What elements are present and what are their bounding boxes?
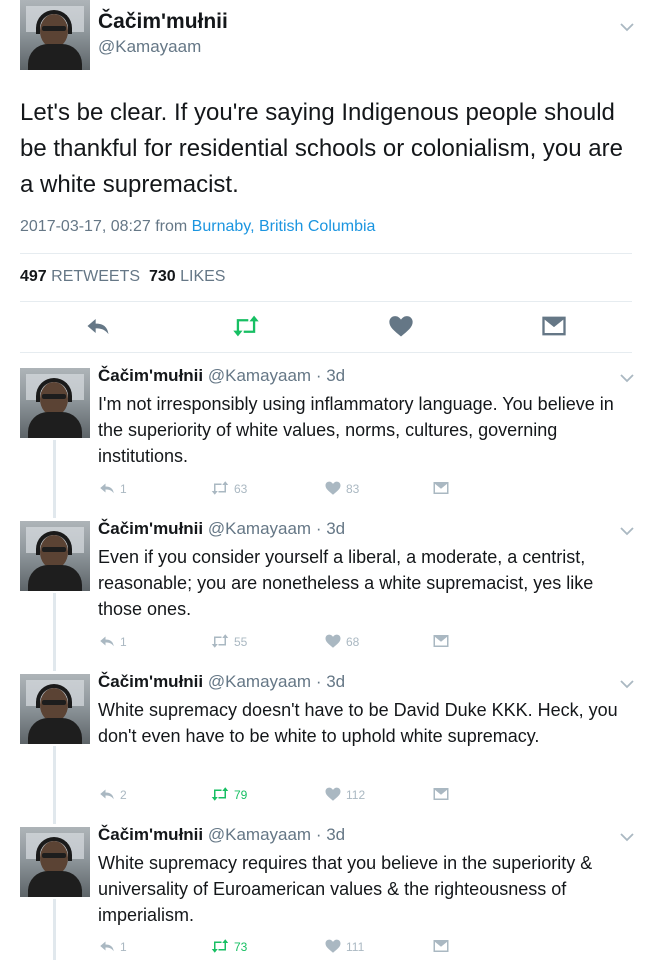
reply-header: Čačim'mułnii @Kamayaam · 3d <box>98 519 345 539</box>
handle-and-time[interactable]: @Kamayaam · 3d <box>208 519 345 538</box>
direct-message-button[interactable] <box>432 479 450 499</box>
reply-icon <box>98 785 116 806</box>
display-name[interactable]: Čačim'mułnii <box>98 519 203 538</box>
likes-label[interactable]: LIKES <box>180 268 225 285</box>
reply-text: Even if you consider yourself a liberal,… <box>98 547 594 619</box>
tweet-action-bar <box>0 312 652 342</box>
chevron-down-icon[interactable] <box>619 832 635 842</box>
direct-message-button[interactable] <box>432 937 450 957</box>
thread-line <box>53 899 56 960</box>
reply-count: 1 <box>120 940 127 954</box>
direct-message-icon <box>432 785 450 806</box>
reply-button[interactable]: 2 <box>98 785 127 805</box>
tweet-timestamp-line: 2017-03-17, 08:27 from Burnaby, British … <box>20 218 375 236</box>
reply-count: 2 <box>120 788 127 802</box>
divider <box>20 352 632 353</box>
handle-and-time[interactable]: @Kamayaam · 3d <box>208 366 345 385</box>
handle-and-time[interactable]: @Kamayaam · 3d <box>208 825 345 844</box>
avatar[interactable] <box>20 521 90 591</box>
likes-count[interactable]: 730 <box>149 268 176 285</box>
direct-message-icon <box>432 937 450 958</box>
direct-message-icon <box>432 632 450 653</box>
reply-action-bar: 1 55 68 <box>98 632 638 652</box>
tweet-location-link[interactable]: Burnaby, British Columbia <box>192 218 376 235</box>
handle[interactable]: @Kamayaam <box>98 37 201 57</box>
retweet-button[interactable]: 63 <box>210 479 247 499</box>
avatar[interactable] <box>20 827 90 897</box>
reply-icon <box>98 937 116 958</box>
reply-count: 1 <box>120 482 127 496</box>
like-icon <box>324 632 342 653</box>
display-name[interactable]: Čačim'mułnii <box>98 825 203 844</box>
tweet-stats: 497 RETWEETS 730 LIKES <box>20 268 225 286</box>
thread-line <box>53 746 56 824</box>
retweet-button[interactable]: 55 <box>210 632 247 652</box>
like-count: 83 <box>346 482 360 496</box>
divider <box>20 301 632 302</box>
chevron-down-icon[interactable] <box>619 526 635 536</box>
retweet-icon <box>210 479 230 500</box>
reply-action-bar: 1 73 111 <box>98 937 638 957</box>
reply-action-bar: 2 79 112 <box>98 785 638 805</box>
reply-text: I'm not irresponsibly using inflammatory… <box>98 394 614 466</box>
direct-message-icon <box>432 479 450 500</box>
divider <box>20 253 632 254</box>
display-name[interactable]: Čačim'mułnii <box>98 366 203 385</box>
like-count: 112 <box>346 788 366 802</box>
reply-header: Čačim'mułnii @Kamayaam · 3d <box>98 366 345 386</box>
chevron-down-icon[interactable] <box>619 22 635 32</box>
like-button[interactable]: 112 <box>324 785 365 805</box>
direct-message-icon[interactable] <box>540 312 570 342</box>
like-icon <box>324 937 342 958</box>
reply-header: Čačim'mułnii @Kamayaam · 3d <box>98 825 345 845</box>
reply-icon <box>98 479 116 500</box>
like-button[interactable]: 68 <box>324 632 359 652</box>
reply-button[interactable]: 1 <box>98 632 127 652</box>
like-count: 111 <box>346 940 365 954</box>
reply-text: White supremacy doesn't have to be David… <box>98 700 618 746</box>
reply-count: 1 <box>120 635 127 649</box>
retweet-icon <box>210 632 230 653</box>
thread-line <box>53 440 56 518</box>
reply-action-bar: 1 63 83 <box>98 479 638 499</box>
like-button[interactable]: 83 <box>324 479 359 499</box>
reply-text: White supremacy requires that you believ… <box>98 853 593 925</box>
reply-header: Čačim'mułnii @Kamayaam · 3d <box>98 672 345 692</box>
display-name[interactable]: Čačim'mułnii <box>98 10 228 34</box>
chevron-down-icon[interactable] <box>619 373 635 383</box>
retweet-icon <box>210 937 230 958</box>
avatar[interactable] <box>20 368 90 438</box>
retweet-count: 73 <box>234 940 248 954</box>
retweets-label[interactable]: RETWEETS <box>51 268 140 285</box>
handle-and-time[interactable]: @Kamayaam · 3d <box>208 672 345 691</box>
retweet-button[interactable]: 79 <box>210 785 247 805</box>
retweet-count: 79 <box>234 788 248 802</box>
display-name[interactable]: Čačim'mułnii <box>98 672 203 691</box>
like-count: 68 <box>346 635 360 649</box>
reply-button[interactable]: 1 <box>98 937 127 957</box>
tweet-text: Let's be clear. If you're saying Indigen… <box>20 99 623 198</box>
retweets-count[interactable]: 497 <box>20 268 47 285</box>
retweet-icon[interactable] <box>231 312 261 342</box>
thread-line <box>53 593 56 671</box>
like-icon <box>324 479 342 500</box>
reply-icon[interactable] <box>84 312 114 342</box>
avatar[interactable] <box>20 0 90 70</box>
like-icon <box>324 785 342 806</box>
retweet-count: 55 <box>234 635 248 649</box>
direct-message-button[interactable] <box>432 785 450 805</box>
reply-button[interactable]: 1 <box>98 479 127 499</box>
tweet-timestamp: 2017-03-17, 08:27 from <box>20 218 188 235</box>
direct-message-button[interactable] <box>432 632 450 652</box>
retweet-count: 63 <box>234 482 248 496</box>
like-icon[interactable] <box>387 312 417 342</box>
like-button[interactable]: 111 <box>324 937 364 957</box>
avatar[interactable] <box>20 674 90 744</box>
reply-icon <box>98 632 116 653</box>
retweet-icon <box>210 785 230 806</box>
retweet-button[interactable]: 73 <box>210 937 247 957</box>
chevron-down-icon[interactable] <box>619 679 635 689</box>
